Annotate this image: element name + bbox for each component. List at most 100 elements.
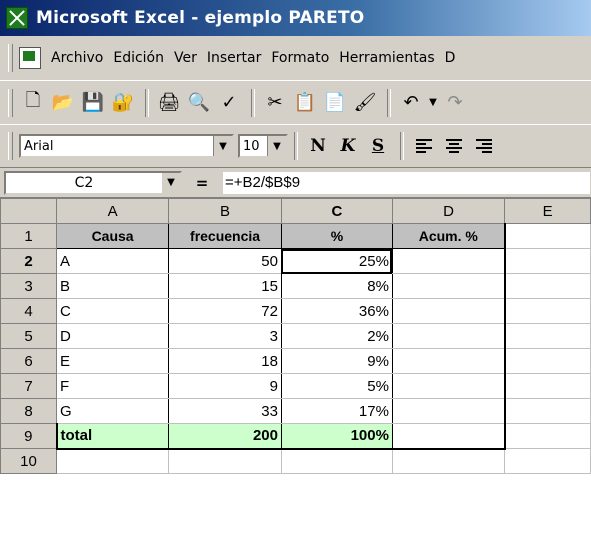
align-left-icon[interactable] [410, 132, 438, 160]
new-document-icon[interactable]: 🗋 [19, 89, 47, 117]
cell-e1[interactable] [504, 223, 591, 249]
cell-e2[interactable] [504, 248, 591, 274]
cell-e6[interactable] [504, 348, 591, 374]
cell-e5[interactable] [504, 323, 591, 349]
row-header[interactable]: 8 [0, 398, 58, 424]
cell-b2[interactable]: 50 [168, 248, 282, 274]
font-size-select[interactable]: 10 ▼ [238, 134, 288, 158]
cell-e9[interactable] [504, 423, 591, 449]
font-name-select[interactable]: Arial ▼ [19, 134, 234, 158]
bold-button[interactable]: N [304, 132, 332, 160]
formula-input[interactable]: =+B2/$B$9 [222, 170, 591, 195]
column-header-e[interactable]: E [504, 198, 591, 224]
cell-e3[interactable] [504, 273, 591, 299]
cell-d4[interactable] [391, 298, 506, 324]
row-header[interactable]: 6 [0, 348, 58, 374]
align-right-icon[interactable] [470, 132, 498, 160]
format-grip[interactable] [8, 132, 13, 160]
column-header-d[interactable]: D [391, 198, 506, 224]
print-icon[interactable]: 🖨 [155, 89, 183, 117]
cell-c1[interactable]: % [280, 223, 393, 249]
align-center-icon[interactable] [440, 132, 468, 160]
cell-d9[interactable] [391, 423, 506, 450]
cell-d3[interactable] [391, 273, 506, 299]
redo-icon[interactable]: ↷ [441, 89, 469, 117]
cell-c3[interactable]: 8% [280, 273, 393, 299]
save-icon[interactable]: 💾 [79, 89, 107, 117]
title-bar[interactable]: Microsoft Excel - ejemplo PARETO [0, 0, 591, 36]
menu-formato[interactable]: Formato [271, 50, 329, 66]
cell-e10[interactable] [504, 448, 591, 474]
menu-herramientas[interactable]: Herramientas [339, 50, 434, 66]
paste-icon[interactable]: 📄 [321, 89, 349, 117]
cell-e4[interactable] [504, 298, 591, 324]
chevron-down-icon[interactable]: ▼ [267, 136, 286, 156]
cell-a5[interactable]: D [56, 323, 170, 349]
cell-d1[interactable]: Acum. % [391, 223, 506, 249]
row-header[interactable]: 10 [0, 448, 58, 474]
menu-edicion[interactable]: Edición [113, 50, 164, 66]
copy-icon[interactable]: 📋 [291, 89, 319, 117]
name-box[interactable]: C2 ▼ [4, 170, 182, 195]
row-header[interactable]: 4 [0, 298, 58, 324]
print-preview-icon[interactable]: 🔍 [185, 89, 213, 117]
select-all-corner[interactable] [0, 198, 58, 224]
cell-a10[interactable] [56, 448, 170, 474]
cell-a9[interactable]: total [55, 423, 170, 450]
row-header[interactable]: 7 [0, 373, 58, 399]
cell-b7[interactable]: 9 [168, 373, 282, 399]
cell-c8[interactable]: 17% [280, 398, 393, 424]
cell-a4[interactable]: C [56, 298, 170, 324]
italic-button[interactable]: K [334, 132, 362, 160]
row-header[interactable]: 5 [0, 323, 58, 349]
cell-d7[interactable] [391, 373, 506, 399]
cell-a6[interactable]: E [56, 348, 170, 374]
cell-a7[interactable]: F [56, 373, 170, 399]
chevron-down-icon[interactable]: ▼ [213, 136, 232, 156]
undo-dropdown-icon[interactable]: ▼ [427, 89, 439, 117]
undo-icon[interactable]: ↶ [397, 89, 425, 117]
cell-e7[interactable] [504, 373, 591, 399]
cell-c7[interactable]: 5% [280, 373, 393, 399]
cell-b4[interactable]: 72 [168, 298, 282, 324]
cell-b8[interactable]: 33 [168, 398, 282, 424]
excel-icon[interactable] [6, 7, 28, 29]
cell-d10[interactable] [391, 448, 506, 474]
row-header[interactable]: 1 [0, 223, 58, 249]
cell-e8[interactable] [504, 398, 591, 424]
cell-d5[interactable] [391, 323, 506, 349]
menu-insertar[interactable]: Insertar [207, 50, 262, 66]
row-header[interactable]: 3 [0, 273, 58, 299]
cell-c4[interactable]: 36% [280, 298, 393, 324]
cell-b3[interactable]: 15 [168, 273, 282, 299]
row-header[interactable]: 9 [0, 423, 58, 449]
cell-a1[interactable]: Causa [56, 223, 170, 249]
cell-b5[interactable]: 3 [168, 323, 282, 349]
cell-c5[interactable]: 2% [280, 323, 393, 349]
menu-datos[interactable]: D [445, 50, 456, 66]
cell-c2[interactable]: 25% [280, 248, 393, 274]
cell-c6[interactable]: 9% [280, 348, 393, 374]
cell-c10[interactable] [280, 448, 393, 474]
column-header-b[interactable]: B [168, 198, 282, 224]
chevron-down-icon[interactable]: ▼ [162, 172, 180, 193]
toolbar-grip[interactable] [8, 88, 13, 117]
spelling-icon[interactable]: ✓ [215, 89, 243, 117]
edit-formula-button[interactable]: = [182, 174, 222, 192]
menu-archivo[interactable]: Archivo [51, 50, 103, 66]
cell-a8[interactable]: G [56, 398, 170, 424]
column-header-a[interactable]: A [56, 198, 170, 224]
cell-b1[interactable]: frecuencia [168, 223, 282, 249]
cell-b9[interactable]: 200 [168, 423, 282, 450]
cell-b10[interactable] [168, 448, 282, 474]
cell-a2[interactable]: A [56, 248, 170, 274]
cell-d6[interactable] [391, 348, 506, 374]
cell-b6[interactable]: 18 [168, 348, 282, 374]
format-painter-icon[interactable]: 🖌 [351, 89, 379, 117]
cell-c9[interactable]: 100% [280, 423, 393, 450]
document-icon[interactable] [19, 47, 41, 69]
underline-button[interactable]: S [364, 132, 392, 160]
cell-a3[interactable]: B [56, 273, 170, 299]
permissions-icon[interactable]: 🔐 [109, 89, 137, 117]
column-header-c[interactable]: C [280, 198, 393, 224]
